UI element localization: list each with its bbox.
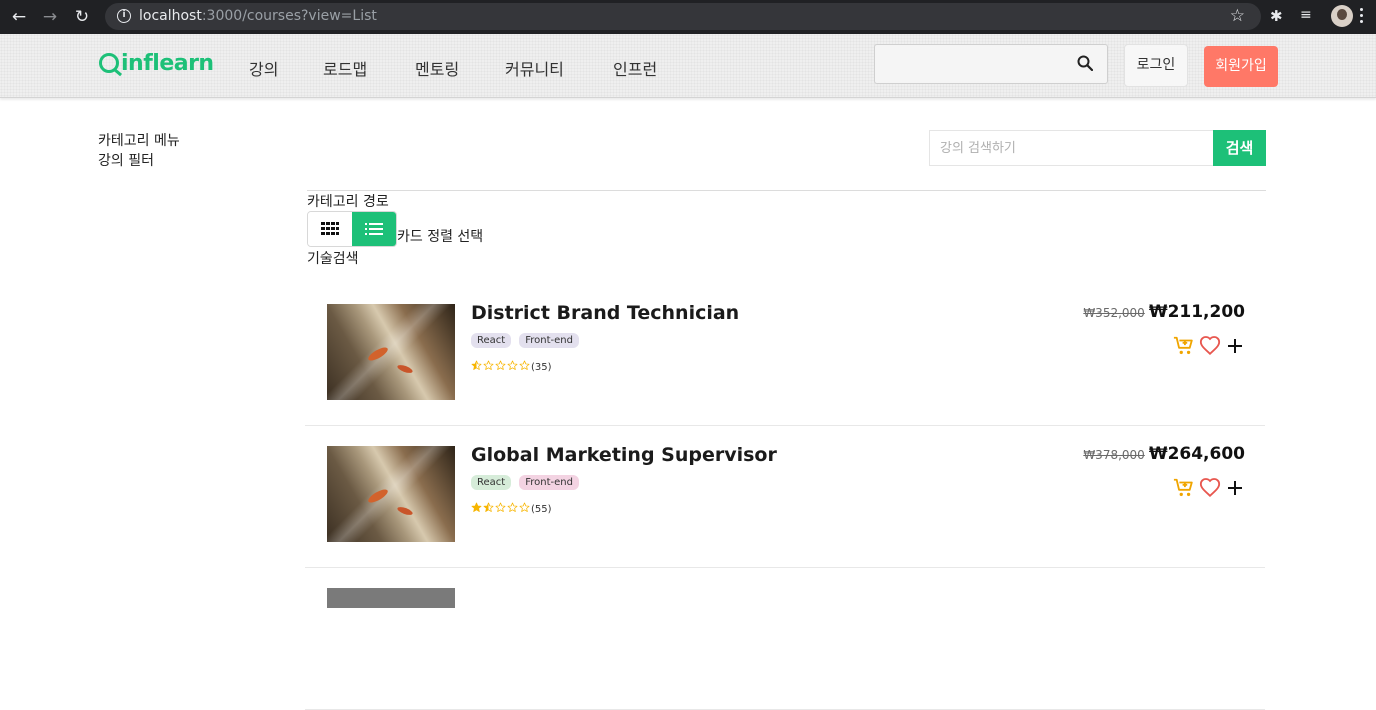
divider [307, 190, 1266, 191]
header-search-input[interactable] [883, 53, 1063, 75]
nav-community[interactable]: 커뮤니티 [505, 56, 564, 80]
grid-view-button[interactable] [308, 212, 352, 246]
address-url[interactable]: localhost:3000/courses?view=List [139, 8, 377, 24]
nav-roadmap[interactable]: 로드맵 [323, 56, 367, 80]
course-tag[interactable]: React [471, 475, 512, 490]
course-price: ₩352,000 ₩211,200 [1083, 302, 1245, 322]
extensions-icon[interactable]: ✱ [1270, 7, 1283, 25]
course-tag[interactable]: React [471, 333, 512, 348]
bookmark-star-icon[interactable]: ☆ [1230, 6, 1245, 26]
more-menu-icon[interactable] [1360, 8, 1364, 26]
course-tag[interactable]: Front-end [519, 333, 579, 348]
heart-icon[interactable] [1199, 335, 1221, 357]
plus-icon[interactable] [1225, 336, 1245, 356]
logo-text: inflearn [121, 50, 214, 76]
course-thumbnail[interactable] [327, 588, 455, 608]
course-price: ₩378,000 ₩264,600 [1083, 444, 1245, 464]
course-search-form: 검색 [929, 130, 1266, 166]
reading-list-icon[interactable]: ≡ [1300, 7, 1312, 23]
course-search-input[interactable] [929, 130, 1213, 166]
course-tags: React Front-end [471, 333, 579, 348]
address-bar[interactable]: i localhost:3000/courses?view=List ☆ [105, 3, 1261, 30]
course-actions [1173, 335, 1245, 357]
grid-icon [321, 222, 339, 235]
add-to-cart-icon[interactable] [1173, 477, 1195, 499]
nav-mentoring[interactable]: 멘토링 [415, 56, 459, 80]
inflearn-logo[interactable]: inflearn [99, 50, 214, 76]
course-tag[interactable]: Front-end [519, 475, 579, 490]
course-filter[interactable]: 강의 필터 [98, 150, 154, 170]
sale-price: ₩211,200 [1148, 302, 1245, 322]
star-icon [507, 360, 519, 374]
star-icon [495, 360, 507, 374]
reload-icon[interactable]: ↻ [72, 7, 92, 27]
tech-search[interactable]: 기술검색 [307, 248, 359, 268]
star-icon [507, 502, 519, 516]
course-actions [1173, 477, 1245, 499]
course-rating: (55) [471, 502, 552, 516]
list-icon [365, 222, 383, 235]
original-price: ₩352,000 [1083, 306, 1145, 320]
forward-arrow-icon[interactable]: → [40, 7, 60, 27]
review-count: (35) [531, 361, 552, 373]
course-title[interactable]: Global Marketing Supervisor [471, 444, 777, 466]
star-icon [483, 502, 495, 516]
signup-button[interactable]: 회원가입 [1204, 46, 1278, 87]
add-to-cart-icon[interactable] [1173, 335, 1195, 357]
star-icon [471, 360, 483, 374]
course-title[interactable]: District Brand Technician [471, 302, 739, 324]
course-row: District Brand Technician React Front-end (… [305, 284, 1265, 426]
back-arrow-icon[interactable]: ← [9, 7, 29, 27]
review-count: (55) [531, 503, 552, 515]
nav-inflearn[interactable]: 인프런 [613, 56, 657, 80]
browser-toolbar: ← → ↻ i localhost:3000/courses?view=List… [0, 0, 1376, 34]
list-view-button[interactable] [352, 212, 396, 246]
sale-price: ₩264,600 [1148, 444, 1245, 464]
category-path: 카테고리 경로 [307, 194, 389, 210]
star-icon [519, 502, 531, 516]
site-header: inflearn 강의 로드맵 멘토링 커뮤니티 인프런 로그인 회원가입 [0, 34, 1376, 98]
course-row: Global Marketing Supervisor React Front-en… [305, 426, 1265, 568]
header-search-box [874, 44, 1108, 84]
course-row-partial [305, 568, 1265, 710]
course-thumbnail[interactable] [327, 304, 455, 400]
course-tags: React Front-end [471, 475, 579, 490]
original-price: ₩378,000 [1083, 448, 1145, 462]
view-toggle [307, 211, 397, 247]
plus-icon[interactable] [1225, 478, 1245, 498]
search-icon[interactable] [1077, 55, 1093, 71]
heart-icon[interactable] [1199, 477, 1221, 499]
profile-avatar[interactable] [1331, 5, 1353, 27]
category-menu[interactable]: 카테고리 메뉴 [98, 130, 180, 150]
course-rating: (35) [471, 360, 552, 374]
login-button[interactable]: 로그인 [1124, 44, 1188, 87]
info-icon[interactable]: i [117, 9, 131, 23]
card-sort-select[interactable]: 카드 정렬 선택 [397, 226, 483, 246]
logo-icon [99, 53, 119, 73]
course-thumbnail[interactable] [327, 446, 455, 542]
star-icon [483, 360, 495, 374]
star-icon [519, 360, 531, 374]
star-icon [471, 502, 483, 516]
course-search-button[interactable]: 검색 [1213, 130, 1266, 166]
star-icon [495, 502, 507, 516]
nav-lectures[interactable]: 강의 [249, 56, 278, 80]
